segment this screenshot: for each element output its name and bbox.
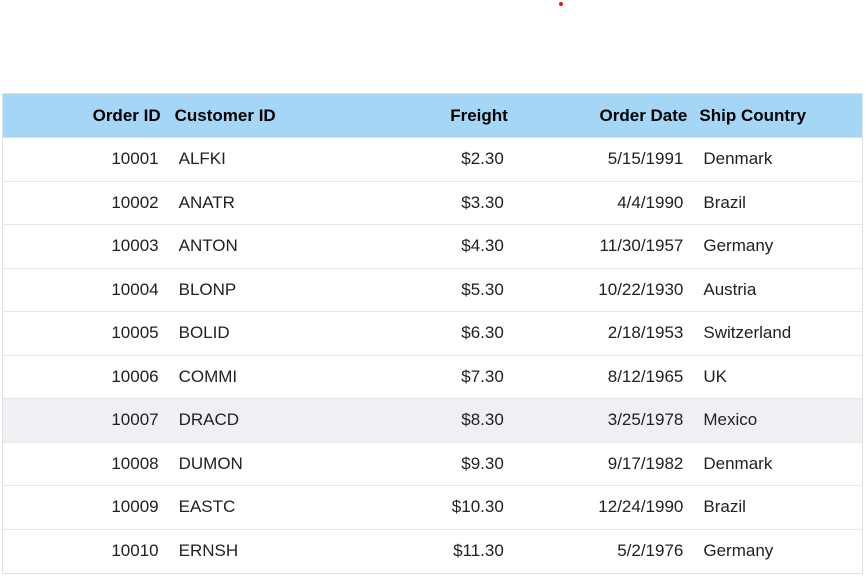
ship-country-cell[interactable]: Germany — [693, 236, 862, 256]
order-id-cell[interactable]: 10003 — [3, 236, 169, 256]
ship-country-cell[interactable]: UK — [693, 367, 862, 387]
freight-cell[interactable]: $4.30 — [348, 236, 514, 256]
freight-cell[interactable]: $7.30 — [348, 367, 514, 387]
freight-cell[interactable]: $3.30 — [348, 193, 514, 213]
freight-cell[interactable]: $9.30 — [348, 454, 514, 474]
customer-id-cell[interactable]: ERNSH — [169, 541, 349, 561]
ship-country-cell[interactable]: Brazil — [693, 497, 862, 517]
table-row[interactable]: 10007 DRACD $8.30 3/25/1978 Mexico — [3, 399, 862, 443]
table-row[interactable]: 10006 COMMI $7.30 8/12/1965 UK — [3, 356, 862, 399]
customer-id-cell[interactable]: BOLID — [169, 323, 349, 343]
ship-country-cell[interactable]: Denmark — [693, 149, 862, 169]
order-date-cell[interactable]: 2/18/1953 — [514, 323, 694, 343]
customer-id-cell[interactable]: DRACD — [169, 410, 349, 430]
freight-cell[interactable]: $10.30 — [348, 497, 514, 517]
customer-id-cell[interactable]: ANTON — [169, 236, 349, 256]
order-date-cell[interactable]: 8/12/1965 — [514, 367, 694, 387]
data-grid: Order ID Customer ID Freight Order Date … — [2, 93, 863, 574]
customer-id-cell[interactable]: EASTC — [169, 497, 349, 517]
freight-cell[interactable]: $5.30 — [348, 280, 514, 300]
order-date-cell[interactable]: 5/2/1976 — [514, 541, 694, 561]
table-row[interactable]: 10005 BOLID $6.30 2/18/1953 Switzerland — [3, 312, 862, 356]
header-freight[interactable]: Freight — [348, 106, 514, 126]
grid-body: 10001 ALFKI $2.30 5/15/1991 Denmark 10002 ANAT… — [3, 138, 862, 573]
ship-country-cell[interactable]: Austria — [693, 280, 862, 300]
order-id-cell[interactable]: 10007 — [3, 410, 169, 430]
order-date-cell[interactable]: 10/22/1930 — [514, 280, 694, 300]
ship-country-cell[interactable]: Mexico — [693, 410, 862, 430]
table-row[interactable]: 10003 ANTON $4.30 11/30/1957 Germany — [3, 225, 862, 269]
table-row[interactable]: 10009 EASTC $10.30 12/24/1990 Brazil — [3, 486, 862, 530]
customer-id-cell[interactable]: COMMI — [169, 367, 349, 387]
freight-cell[interactable]: $6.30 — [348, 323, 514, 343]
grid-header: Order ID Customer ID Freight Order Date … — [3, 94, 862, 138]
freight-cell[interactable]: $11.30 — [348, 541, 514, 561]
indicator-dot — [559, 2, 563, 6]
freight-cell[interactable]: $8.30 — [348, 410, 514, 430]
table-row[interactable]: 10001 ALFKI $2.30 5/15/1991 Denmark — [3, 138, 862, 182]
order-id-cell[interactable]: 10009 — [3, 497, 169, 517]
order-date-cell[interactable]: 3/25/1978 — [514, 410, 694, 430]
order-date-cell[interactable]: 5/15/1991 — [514, 149, 694, 169]
ship-country-cell[interactable]: Denmark — [693, 454, 862, 474]
customer-id-cell[interactable]: DUMON — [169, 454, 349, 474]
order-date-cell[interactable]: 12/24/1990 — [514, 497, 694, 517]
header-ship-country[interactable]: Ship Country — [693, 106, 862, 126]
table-row[interactable]: 10008 DUMON $9.30 9/17/1982 Denmark — [3, 443, 862, 486]
order-id-cell[interactable]: 10006 — [3, 367, 169, 387]
header-order-date[interactable]: Order Date — [514, 106, 694, 126]
customer-id-cell[interactable]: ANATR — [169, 193, 349, 213]
table-row[interactable]: 10010 ERNSH $11.30 5/2/1976 Germany — [3, 530, 862, 574]
freight-cell[interactable]: $2.30 — [348, 149, 514, 169]
header-order-id[interactable]: Order ID — [3, 106, 169, 126]
order-id-cell[interactable]: 10002 — [3, 193, 169, 213]
ship-country-cell[interactable]: Brazil — [693, 193, 862, 213]
ship-country-cell[interactable]: Germany — [693, 541, 862, 561]
page: Order ID Customer ID Freight Order Date … — [0, 0, 866, 576]
ship-country-cell[interactable]: Switzerland — [693, 323, 862, 343]
customer-id-cell[interactable]: BLONP — [169, 280, 349, 300]
table-row[interactable]: 10002 ANATR $3.30 4/4/1990 Brazil — [3, 182, 862, 225]
header-customer-id[interactable]: Customer ID — [169, 106, 349, 126]
order-id-cell[interactable]: 10010 — [3, 541, 169, 561]
order-date-cell[interactable]: 4/4/1990 — [514, 193, 694, 213]
customer-id-cell[interactable]: ALFKI — [169, 149, 349, 169]
order-date-cell[interactable]: 11/30/1957 — [514, 236, 694, 256]
order-id-cell[interactable]: 10004 — [3, 280, 169, 300]
order-id-cell[interactable]: 10005 — [3, 323, 169, 343]
order-id-cell[interactable]: 10008 — [3, 454, 169, 474]
table-row[interactable]: 10004 BLONP $5.30 10/22/1930 Austria — [3, 269, 862, 312]
order-date-cell[interactable]: 9/17/1982 — [514, 454, 694, 474]
order-id-cell[interactable]: 10001 — [3, 149, 169, 169]
